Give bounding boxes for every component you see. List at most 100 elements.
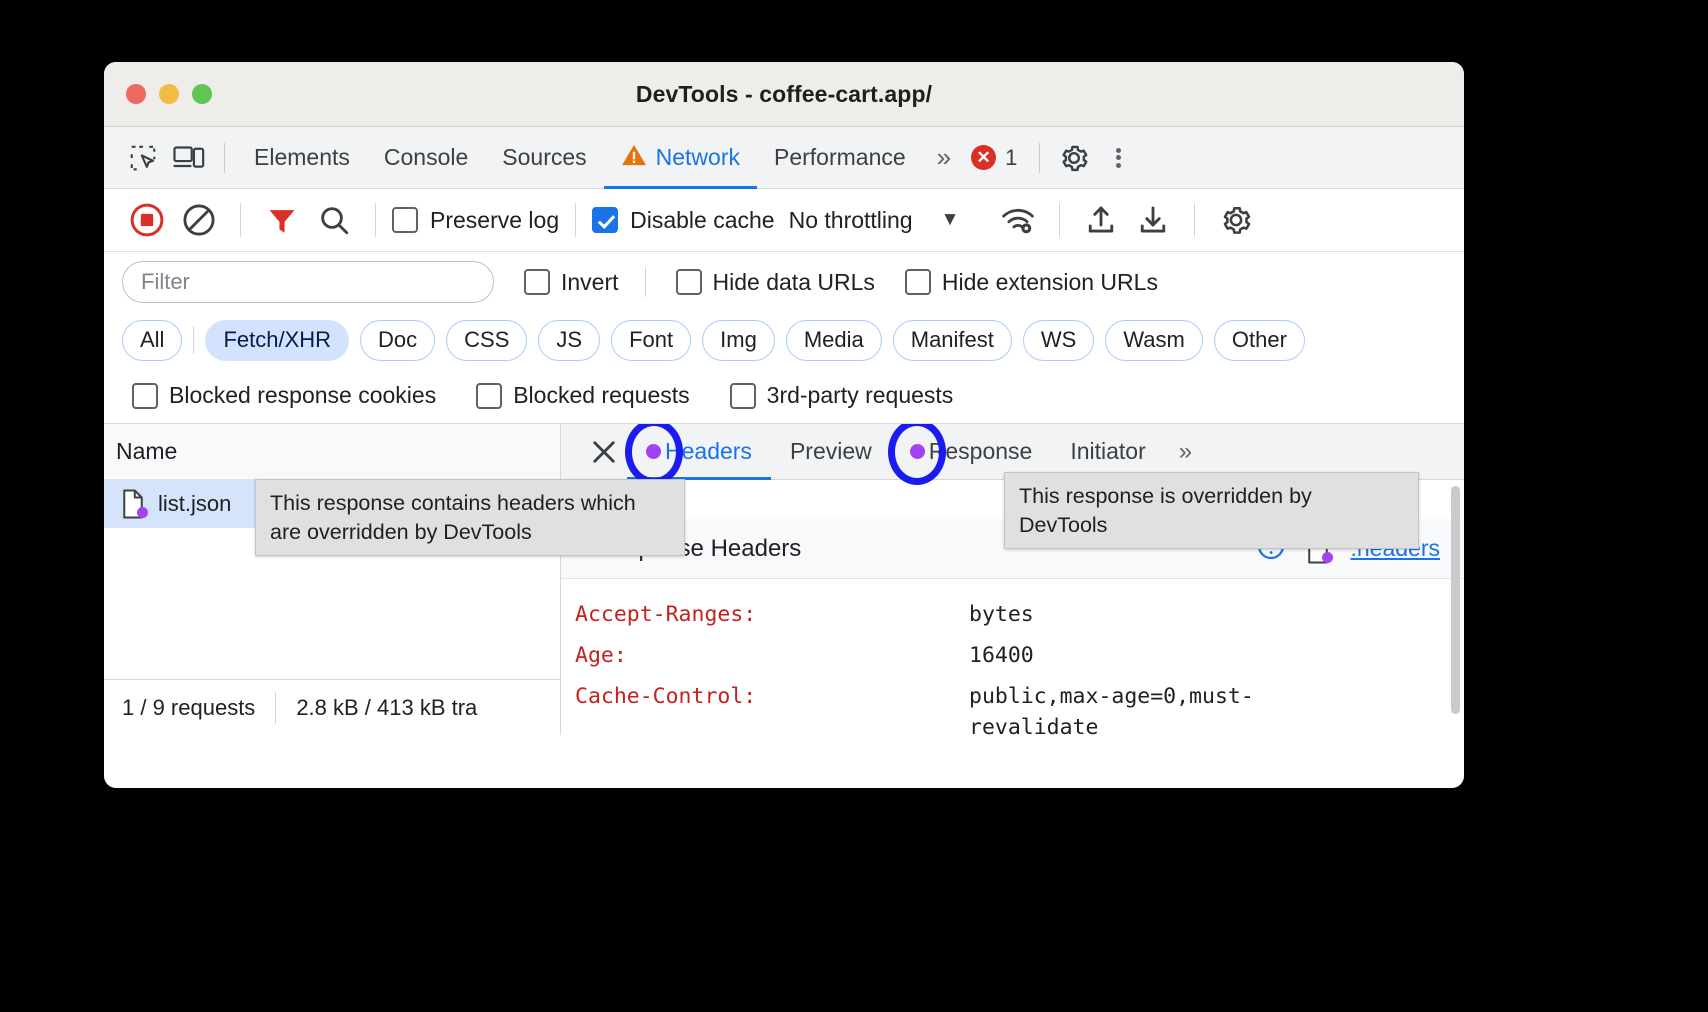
network-settings-gear-icon[interactable] (1211, 195, 1261, 245)
third-party-requests-label: 3rd-party requests (767, 382, 954, 409)
tab-elements-label: Elements (254, 144, 350, 171)
error-badge[interactable]: ✕ 1 (961, 145, 1027, 171)
throttling-select[interactable]: No throttling (789, 207, 913, 234)
tab-sources[interactable]: Sources (485, 127, 603, 189)
overridden-response-tooltip: This response is overridden by DevTools (1004, 472, 1419, 549)
window-titlebar: DevTools - coffee-cart.app/ (104, 62, 1464, 127)
chip-wasm[interactable]: Wasm (1105, 320, 1203, 361)
filter-input[interactable] (122, 261, 494, 303)
hide-data-urls-box[interactable] (676, 269, 702, 295)
clear-icon[interactable] (174, 195, 224, 245)
blocked-response-cookies-checkbox[interactable]: Blocked response cookies (132, 382, 436, 409)
network-split-view: Name list.json 1 / 9 requests 2.8 kB / 4… (104, 424, 1464, 735)
detail-scrollbar[interactable] (1451, 486, 1460, 714)
header-value: bytes (969, 600, 1034, 631)
toolbar-divider-3 (575, 203, 576, 237)
filter-funnel-icon[interactable] (257, 195, 307, 245)
tab-network-label: Network (656, 144, 740, 171)
chip-ws[interactable]: WS (1023, 320, 1094, 361)
tab-performance[interactable]: Performance (757, 127, 923, 189)
chip-js[interactable]: JS (538, 320, 600, 361)
window-title: DevTools - coffee-cart.app/ (104, 81, 1464, 108)
overridden-headers-tooltip: This response contains headers which are… (255, 479, 685, 556)
request-detail-pane: Headers Preview Response Initiator » ▼ (561, 424, 1464, 735)
wifi-settings-icon[interactable] (993, 195, 1043, 245)
overridden-purple-dot-highlight-ring-2 (910, 444, 925, 459)
tabbar-divider-2 (1039, 143, 1040, 173)
toolbar-divider-4 (1059, 203, 1060, 237)
column-header-name[interactable]: Name (104, 424, 560, 480)
header-row[interactable]: Accept-Ranges: bytes (561, 595, 1464, 636)
overridden-purple-dot-icon (646, 444, 661, 459)
tab-preview[interactable]: Preview (771, 424, 891, 480)
export-har-icon[interactable] (1128, 195, 1178, 245)
preserve-log-label: Preserve log (430, 207, 559, 234)
invert-checkbox[interactable]: Invert (524, 269, 619, 296)
blocked-response-cookies-box[interactable] (132, 383, 158, 409)
header-name: Cache-Control: (575, 682, 969, 735)
chip-divider (193, 326, 194, 354)
overridden-purple-dot-icon-2 (910, 444, 925, 459)
main-tab-bar: Elements Console Sources Network Perform… (104, 127, 1464, 189)
chip-fetch-xhr[interactable]: Fetch/XHR (205, 320, 349, 361)
kebab-menu-icon[interactable] (1096, 136, 1140, 180)
toolbar-divider-2 (375, 203, 376, 237)
error-circle-icon: ✕ (971, 145, 996, 170)
import-har-icon[interactable] (1076, 195, 1126, 245)
chevron-down-icon[interactable]: ▼ (941, 209, 960, 231)
blocked-requests-box[interactable] (476, 383, 502, 409)
chip-font[interactable]: Font (611, 320, 691, 361)
more-tabs-button[interactable]: » (923, 142, 961, 173)
tab-console[interactable]: Console (367, 127, 485, 189)
inspect-element-icon[interactable] (120, 135, 166, 181)
invert-box[interactable] (524, 269, 550, 295)
disable-cache-label: Disable cache (630, 207, 774, 234)
blocked-requests-label: Blocked requests (513, 382, 689, 409)
chip-img[interactable]: Img (702, 320, 775, 361)
chip-other[interactable]: Other (1214, 320, 1305, 361)
chip-all[interactable]: All (122, 320, 182, 361)
disable-cache-box[interactable] (592, 207, 618, 233)
header-value: public,max-age=0,must-revalidate (969, 682, 1349, 735)
more-detail-tabs-button[interactable]: » (1165, 438, 1202, 466)
overridden-purple-dot-highlight-ring (646, 444, 661, 459)
tab-sources-label: Sources (502, 144, 586, 171)
status-divider (275, 692, 276, 724)
search-icon[interactable] (309, 195, 359, 245)
chip-manifest[interactable]: Manifest (893, 320, 1012, 361)
chip-doc[interactable]: Doc (360, 320, 435, 361)
tab-elements[interactable]: Elements (237, 127, 367, 189)
tab-network[interactable]: Network (604, 127, 757, 189)
blocked-requests-checkbox[interactable]: Blocked requests (476, 382, 689, 409)
tab-response-label: Response (929, 438, 1033, 465)
filter-divider (645, 267, 646, 297)
close-icon[interactable] (581, 429, 627, 475)
tab-preview-label: Preview (790, 438, 872, 465)
header-name: Accept-Ranges: (575, 600, 969, 631)
third-party-requests-checkbox[interactable]: 3rd-party requests (730, 382, 954, 409)
tab-headers[interactable]: Headers (627, 424, 771, 480)
header-name: Age: (575, 641, 969, 672)
network-toolbar: Preserve log Disable cache No throttling… (104, 189, 1464, 252)
hide-extension-urls-label: Hide extension URLs (942, 269, 1158, 296)
preserve-log-box[interactable] (392, 207, 418, 233)
hide-data-urls-checkbox[interactable]: Hide data URLs (676, 269, 875, 296)
tabbar-divider (224, 143, 225, 173)
filter-row: Invert Hide data URLs Hide extension URL… (104, 252, 1464, 312)
hide-extension-urls-box[interactable] (905, 269, 931, 295)
hide-extension-urls-checkbox[interactable]: Hide extension URLs (905, 269, 1158, 296)
transferred-size: 2.8 kB / 413 kB tra (296, 695, 477, 721)
record-stop-icon[interactable] (122, 195, 172, 245)
tab-performance-label: Performance (774, 144, 906, 171)
third-party-requests-box[interactable] (730, 383, 756, 409)
warning-triangle-icon (621, 143, 647, 173)
header-row[interactable]: Cache-Control: public,max-age=0,must-rev… (561, 677, 1464, 735)
devtools-window: DevTools - coffee-cart.app/ Elements Con… (104, 62, 1464, 788)
header-row[interactable]: Age: 16400 (561, 636, 1464, 677)
chip-media[interactable]: Media (786, 320, 882, 361)
chip-css[interactable]: CSS (446, 320, 527, 361)
preserve-log-checkbox[interactable]: Preserve log (392, 207, 559, 234)
device-toolbar-icon[interactable] (166, 135, 212, 181)
settings-gear-icon[interactable] (1052, 136, 1096, 180)
disable-cache-checkbox[interactable]: Disable cache (592, 207, 774, 234)
